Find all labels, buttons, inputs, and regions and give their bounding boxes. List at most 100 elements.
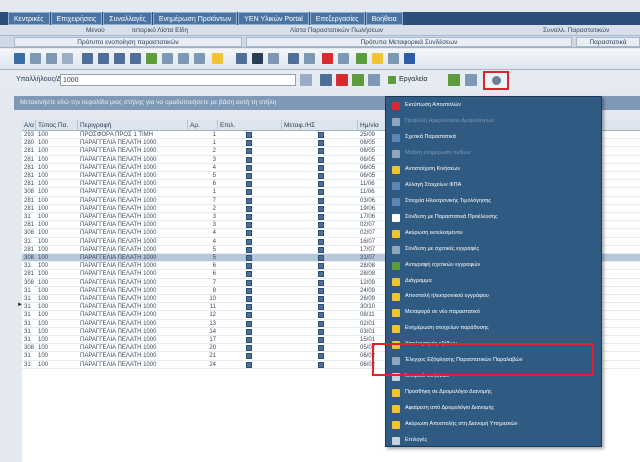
tools-button[interactable] [483, 71, 509, 90]
select-checkbox[interactable] [246, 353, 252, 360]
tab-merge-template[interactable]: Πρότυπο ενοποίηση παραστατικών [14, 37, 242, 47]
transfer-checkbox[interactable] [318, 312, 324, 319]
report-icon[interactable] [448, 74, 460, 86]
transfer-checkbox[interactable] [318, 337, 324, 343]
last-record-icon[interactable] [130, 53, 141, 64]
transfer-checkbox[interactable] [318, 205, 324, 212]
select-checkbox[interactable] [246, 361, 252, 368]
transfer-checkbox[interactable] [318, 164, 324, 171]
module-tab[interactable]: Επιχειρήσεις [50, 12, 103, 25]
transfer-checkbox[interactable] [318, 287, 324, 294]
new-document-icon[interactable] [62, 53, 73, 64]
select-checkbox[interactable] [246, 181, 252, 188]
select-checkbox[interactable] [246, 132, 252, 138]
transfer-checkbox[interactable] [318, 353, 324, 360]
column-header-aa[interactable]: Α/α [22, 120, 36, 131]
tab-documents[interactable]: Παραστατικά [576, 37, 640, 47]
transfer-icon[interactable] [288, 53, 299, 64]
select-checkbox[interactable] [246, 320, 252, 327]
select-checkbox[interactable] [246, 304, 252, 311]
select-checkbox[interactable] [246, 246, 252, 253]
column-chooser-icon[interactable] [268, 53, 279, 64]
transfer-checkbox[interactable] [318, 320, 324, 327]
transfer-checkbox[interactable] [318, 246, 324, 253]
select-checkbox[interactable] [246, 287, 252, 294]
select-checkbox[interactable] [246, 230, 252, 237]
select-checkbox[interactable] [246, 328, 252, 335]
tab-transfer-templates[interactable]: Πρότυπα Μεταφορικά Συνδέσεων [246, 37, 572, 47]
save-icon[interactable] [14, 53, 25, 64]
select-checkbox[interactable] [246, 271, 252, 278]
note-icon[interactable] [465, 74, 477, 86]
transfer-checkbox[interactable] [318, 279, 324, 286]
select-checkbox[interactable] [246, 156, 252, 163]
module-tab[interactable]: Βοήθεια [365, 12, 403, 25]
delete-record-icon[interactable] [194, 53, 205, 64]
first-record-icon[interactable] [82, 53, 93, 64]
filter-icon[interactable] [30, 53, 41, 64]
attachment-icon[interactable] [304, 53, 315, 64]
select-checkbox[interactable] [246, 173, 252, 179]
transfer-checkbox[interactable] [318, 189, 324, 196]
word-icon[interactable] [404, 53, 415, 64]
module-tab[interactable]: Επεξεργασίες [309, 12, 365, 25]
select-checkbox[interactable] [246, 222, 252, 229]
module-tab[interactable]: Κεντρικές [8, 12, 50, 25]
transfer-checkbox[interactable] [318, 238, 324, 245]
select-checkbox[interactable] [246, 296, 252, 302]
search-execute-icon[interactable] [320, 74, 332, 86]
transfer-checkbox[interactable] [318, 361, 324, 368]
column-header-description[interactable]: Περιγραφή [78, 120, 188, 131]
select-checkbox[interactable] [246, 189, 252, 196]
select-checkbox[interactable] [246, 140, 252, 147]
help-icon[interactable] [388, 53, 399, 64]
search-dropdown-icon[interactable] [300, 74, 312, 86]
select-checkbox[interactable] [246, 279, 252, 286]
module-tab[interactable]: ΥΕΝ Υλικών Portal [238, 12, 309, 25]
refresh-icon[interactable] [322, 53, 333, 64]
transfer-checkbox[interactable] [318, 255, 324, 261]
transfer-checkbox[interactable] [318, 263, 324, 270]
module-tab[interactable]: Συναλλαγές [103, 12, 152, 25]
module-tab[interactable]: Ενημέρωση Προϊόντων [152, 12, 238, 25]
export-icon[interactable] [356, 53, 367, 64]
transfer-checkbox[interactable] [318, 271, 324, 278]
transfer-checkbox[interactable] [318, 304, 324, 311]
select-checkbox[interactable] [246, 197, 252, 204]
transfer-checkbox[interactable] [318, 140, 324, 147]
transfer-checkbox[interactable] [318, 214, 324, 220]
select-checkbox[interactable] [246, 214, 252, 220]
transfer-checkbox[interactable] [318, 132, 324, 138]
transfer-checkbox[interactable] [318, 328, 324, 335]
document-red-icon[interactable] [336, 74, 348, 86]
document-green-icon[interactable] [352, 74, 364, 86]
select-checkbox[interactable] [246, 164, 252, 171]
transfer-checkbox[interactable] [318, 345, 324, 352]
column-header-select[interactable]: Επιλ. [218, 120, 282, 131]
search-input[interactable] [60, 74, 296, 86]
grid-view-icon[interactable] [236, 53, 247, 64]
column-header-number[interactable]: Αρ. [188, 120, 218, 131]
reports-button[interactable]: Εργαλεία [388, 74, 427, 86]
transfer-checkbox[interactable] [318, 156, 324, 163]
copy-record-icon[interactable] [178, 53, 189, 64]
column-header-transfer[interactable]: Μεταφ./ΗΣ [282, 120, 358, 131]
edit-record-icon[interactable] [162, 53, 173, 64]
column-header-type[interactable]: Τύπος Πα. [36, 120, 78, 131]
select-checkbox[interactable] [246, 205, 252, 212]
previous-record-icon[interactable] [98, 53, 109, 64]
transfer-checkbox[interactable] [318, 197, 324, 204]
select-checkbox[interactable] [246, 345, 252, 352]
dollar-icon[interactable] [212, 53, 223, 64]
add-record-icon[interactable] [146, 53, 157, 64]
select-checkbox[interactable] [246, 148, 252, 155]
transfer-checkbox[interactable] [318, 181, 324, 188]
print-icon[interactable] [372, 53, 383, 64]
transfer-checkbox[interactable] [318, 222, 324, 229]
transfer-checkbox[interactable] [318, 230, 324, 237]
transfer-checkbox[interactable] [318, 296, 324, 302]
select-checkbox[interactable] [246, 263, 252, 270]
select-checkbox[interactable] [246, 255, 252, 261]
sort-icon[interactable] [46, 53, 57, 64]
next-record-icon[interactable] [114, 53, 125, 64]
